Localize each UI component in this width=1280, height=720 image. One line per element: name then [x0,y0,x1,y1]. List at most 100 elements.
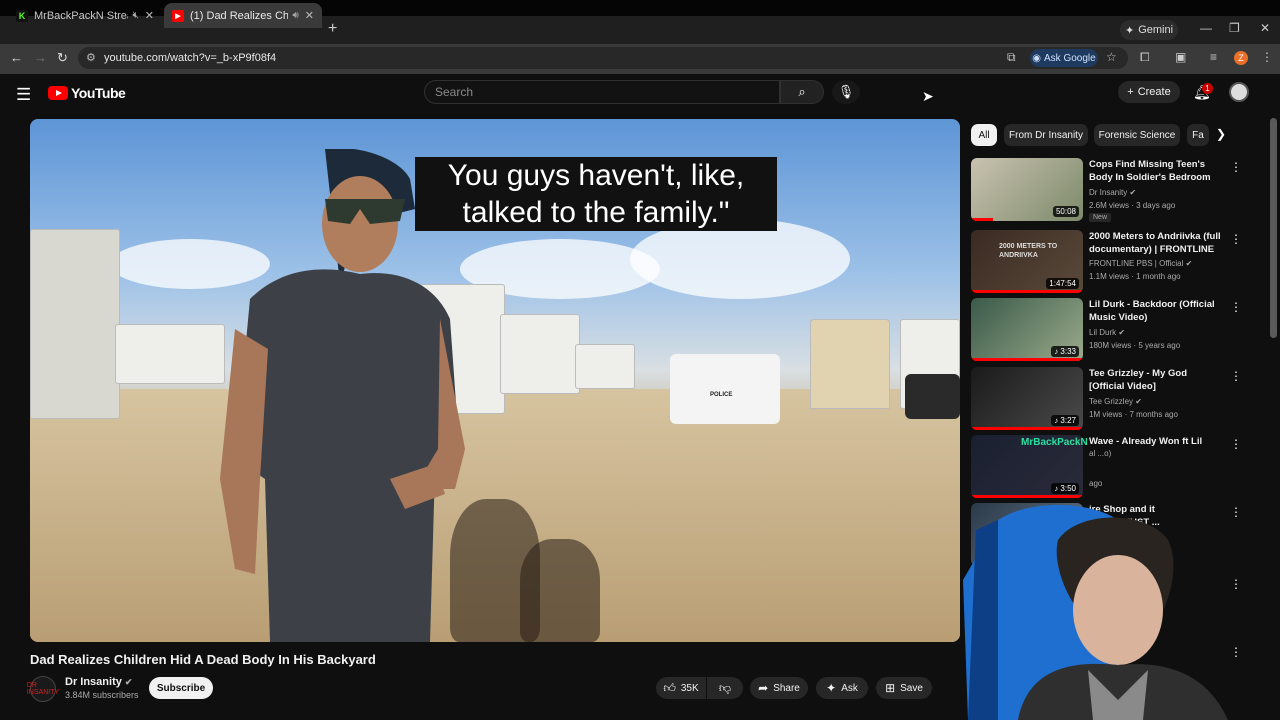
close-tab-icon[interactable]: ✕ [145,9,154,22]
recommendation-title: 2000 Meters to Andriivka (full documenta… [1089,231,1221,255]
tab-youtube-video[interactable]: ▶ (1) Dad Realizes Children H 🔊︎ ✕ [164,3,322,28]
ask-label: Ask [841,682,858,694]
search-icon: ⌕ [798,84,806,99]
profile-avatar[interactable]: Z [1234,51,1248,65]
ask-button[interactable]: ✦ Ask [816,677,868,699]
search-box[interactable] [424,80,780,104]
back-arrow-icon[interactable]: ← [10,50,23,65]
lens-icon: ◉ [1032,52,1042,64]
new-badge: New [1089,213,1112,222]
recommendation-channel: Tee Grizzley ✔ [1089,397,1142,406]
site-info-icon[interactable]: ⚙︎ [86,51,96,64]
chip-truncated[interactable]: Fa [1187,124,1209,146]
chip-forensic-science[interactable]: Forensic Science [1094,124,1180,146]
reload-icon[interactable]: ↻ [57,50,68,66]
duration-badge: 1:47:54 [1046,278,1079,289]
duration-badge: ♪ 3:33 [1051,346,1079,357]
dislike-button[interactable]: 👎︎ [707,677,743,699]
video-player[interactable]: POLICE You guys haven't, like, talked to… [30,119,960,642]
recommendation-channel: FRONTLINE PBS | Official ✔ [1089,259,1193,268]
new-tab-icon[interactable]: + [328,20,337,38]
stream-watermark: MrBackPackN [1021,437,1088,448]
restore-icon[interactable]: ❐ [1229,21,1240,35]
hamburger-menu-icon[interactable]: ☰ [16,85,31,105]
voice-search-button[interactable]: 🎙︎ [832,80,860,104]
notification-badge: 1 [1202,83,1213,94]
video-thumbnail[interactable]: 50:08 [971,158,1083,221]
recommendation-meta: 1.1M views · 1 month ago [1089,272,1181,281]
media-control-icon[interactable]: ≡ [1210,50,1217,64]
youtube-logo[interactable]: YouTube [48,85,126,101]
recommendation-item[interactable]: ♪ 3:33 Lil Durk - Backdoor (Official Mus… [971,298,1231,362]
save-label: Save [900,682,923,694]
chip-all[interactable]: All [971,124,997,146]
gemini-label: Gemini [1138,24,1174,36]
chevron-right-icon[interactable]: ❯ [1216,127,1226,141]
thumbs-up-icon: 👍︎ [663,680,676,695]
subscriber-count: 3.84M subscribers [65,690,139,700]
gemini-button[interactable]: ✦ Gemini [1120,20,1178,40]
forward-arrow-icon[interactable]: → [34,50,47,65]
shadow [520,539,600,642]
video-thumbnail[interactable]: ♪ 3:27 [971,367,1083,430]
ask-google-button[interactable]: ◉ Ask Google [1030,49,1098,67]
more-options-icon[interactable]: ⋮ [1230,160,1242,174]
channel-name[interactable]: Dr Insanity ✔ [65,676,132,688]
more-options-icon[interactable]: ⋮ [1230,369,1242,383]
watch-progress-bar [971,290,1083,293]
sparkle-icon: ✦ [1124,24,1135,37]
duration-badge: ♪ 3:50 [1051,483,1079,494]
close-window-icon[interactable]: ✕ [1260,21,1270,35]
more-options-icon[interactable]: ⋮ [1230,437,1242,451]
url-text[interactable]: youtube.com/watch?v=_b-xP9f08f4 [104,52,276,64]
recommendation-item[interactable]: ♪ 3:50 Wave - Already Won ft Lil al ...o… [971,435,1231,499]
more-options-icon[interactable]: ⋮ [1230,300,1242,314]
create-button[interactable]: + Create [1118,81,1180,103]
speaker-icon[interactable]: 🔊︎ [292,10,298,21]
channel-avatar[interactable]: DR INSANITY [27,676,59,702]
install-app-icon[interactable]: ⧉ [1007,50,1016,65]
search-input[interactable] [425,81,779,103]
save-playlist-icon: ⊞ [885,681,896,695]
rv-trailer [115,324,225,384]
browser-menu-icon[interactable]: ⋮ [1261,50,1273,64]
recommendation-item[interactable]: ♪ 3:27 Tee Grizzley - My God [Official V… [971,367,1231,431]
like-count: 35K [680,682,699,694]
cloud [630,219,850,299]
subscribe-button[interactable]: Subscribe [149,677,213,699]
minimize-icon[interactable]: — [1200,21,1212,35]
duration-badge: 50:08 [1052,206,1079,217]
video-caption: You guys haven't, like, talked to the fa… [415,157,777,231]
tab-kick-stream[interactable]: K MrBackPackN Stream - Wat 🔇︎ ✕ [8,3,162,28]
split-view-icon[interactable]: ▣ [1175,50,1186,64]
bookmark-star-icon[interactable]: ☆ [1106,50,1117,64]
muted-speaker-icon[interactable]: 🔇︎ [132,10,138,21]
like-button[interactable]: 👍︎ 35K [656,677,706,699]
recommendation-item[interactable]: 50:08 Cops Find Missing Teen's Body In S… [971,158,1231,222]
plus-icon: + [1127,86,1134,98]
recommendation-meta: ago [1089,479,1103,488]
more-options-icon[interactable]: ⋮ [1230,232,1242,246]
recommendation-meta: 180M views · 5 years ago [1089,341,1181,350]
close-tab-icon[interactable]: ✕ [305,9,314,22]
page-scrollbar[interactable] [1270,118,1277,338]
kick-favicon-icon: K [16,9,28,22]
recommendation-title: Tee Grizzley - My God [Official Video] [1089,368,1188,392]
save-button[interactable]: ⊞ Save [876,677,932,699]
search-button[interactable]: ⌕ [780,80,824,104]
mouse-cursor-icon: ➤ [922,88,934,104]
recommendation-channel: Lil Durk ✔ [1089,328,1126,337]
video-thumbnail[interactable]: 2000 METERS TO ANDRIIVKA 1:47:54 [971,230,1083,293]
share-button[interactable]: ➦ Share [750,677,808,699]
youtube-favicon-icon: ▶ [172,9,184,22]
recommendation-item[interactable]: 2000 METERS TO ANDRIIVKA 1:47:54 2000 Me… [971,230,1231,294]
streamer-webcam-overlay [963,505,1228,720]
video-thumbnail[interactable]: ♪ 3:33 [971,298,1083,361]
youtube-wordmark: YouTube [71,85,126,101]
recommendation-meta: 1M views · 7 months ago [1089,410,1178,419]
account-avatar[interactable] [1229,82,1249,102]
chip-from-dr-insanity[interactable]: From Dr Insanity [1004,124,1088,146]
microphone-icon: 🎙︎ [837,84,855,99]
extensions-icon[interactable]: ⧠ [1140,50,1150,65]
recommendation-title-cont: al ...o) [1089,449,1112,458]
